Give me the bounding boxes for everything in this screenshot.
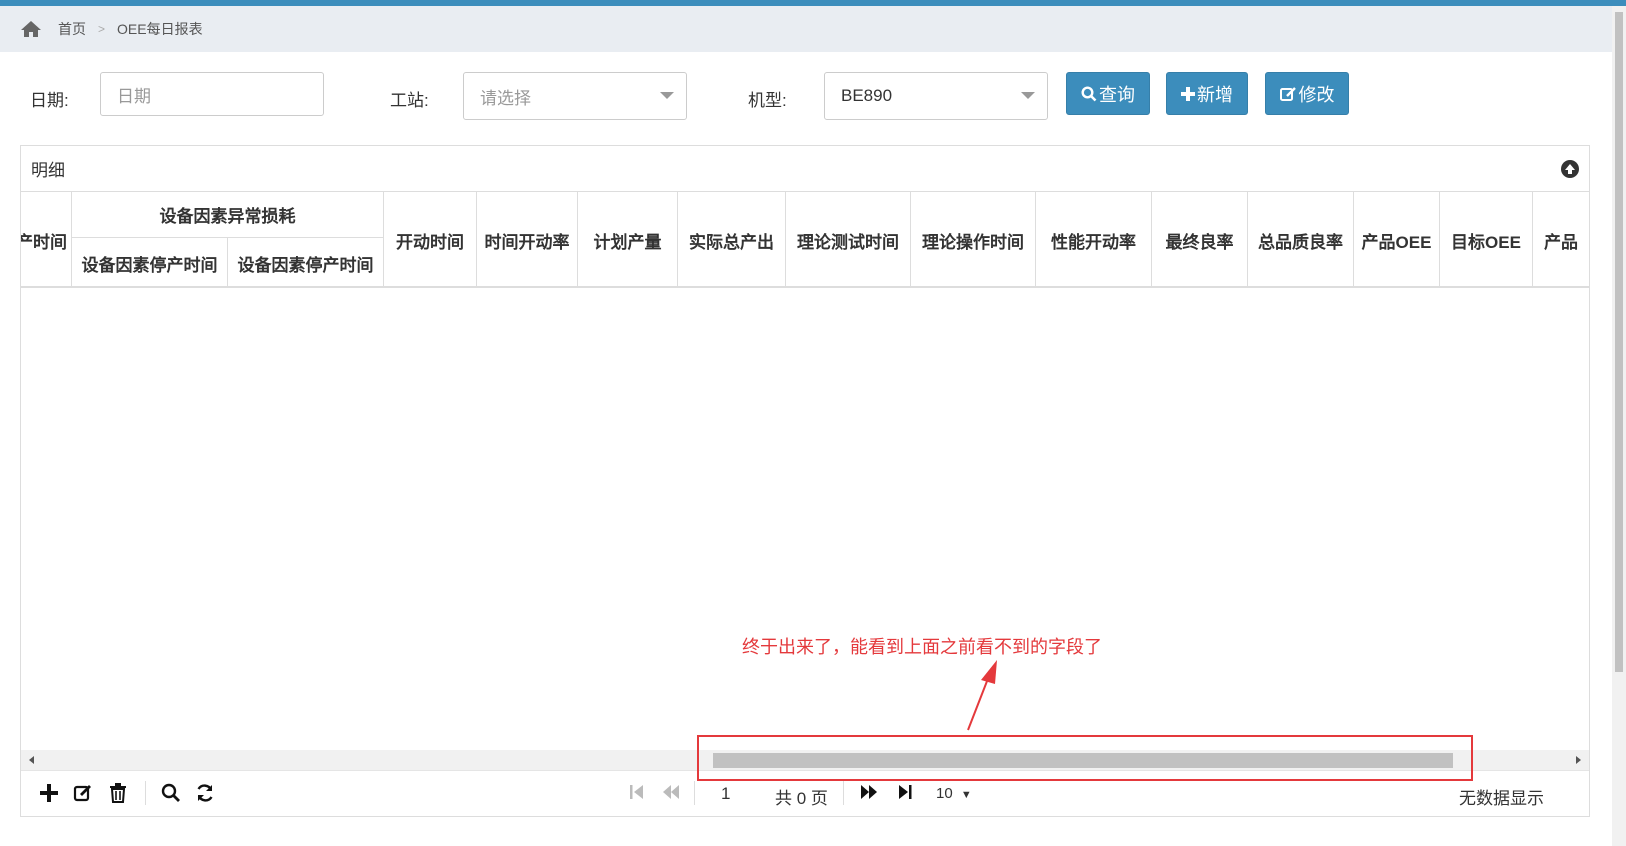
model-value: BE890 bbox=[841, 86, 893, 105]
toolbar-divider bbox=[145, 781, 146, 805]
next-page-icon[interactable] bbox=[859, 783, 879, 806]
edit-button[interactable]: 修改 bbox=[1265, 72, 1349, 115]
column-header[interactable]: 设备因素停产时间 bbox=[72, 238, 228, 286]
total-pages-text: 共 0 页 bbox=[775, 789, 828, 808]
date-placeholder: 日期 bbox=[117, 86, 151, 106]
query-button-label: 查询 bbox=[1099, 84, 1135, 105]
detail-panel: 明细 产时间 设备因素异常损耗 设备因素停产时间 设备因素停产时间 开动时间 时… bbox=[20, 145, 1590, 817]
column-header[interactable]: 性能开动率 bbox=[1036, 192, 1152, 286]
panel-header: 明细 bbox=[21, 146, 1589, 192]
page-size-value: 10 bbox=[936, 785, 953, 802]
column-header[interactable]: 产品 bbox=[1533, 192, 1589, 286]
edit-icon bbox=[1279, 86, 1296, 101]
first-page-icon[interactable] bbox=[629, 783, 645, 806]
breadcrumb: 首页 > OEE每日报表 bbox=[0, 6, 1612, 52]
panel-title: 明细 bbox=[31, 161, 65, 180]
previous-page-icon[interactable] bbox=[661, 783, 681, 806]
column-header[interactable]: 目标OEE bbox=[1440, 192, 1533, 286]
column-header[interactable]: 最终良率 bbox=[1152, 192, 1248, 286]
grid-header: 产时间 设备因素异常损耗 设备因素停产时间 设备因素停产时间 开动时间 时间开动… bbox=[21, 192, 1589, 288]
date-input[interactable]: 日期 bbox=[100, 72, 324, 116]
model-label: 机型: bbox=[748, 91, 787, 110]
scroll-left-icon[interactable] bbox=[29, 756, 34, 764]
annotation-arrow-icon bbox=[967, 660, 997, 731]
column-group-header: 设备因素异常损耗 bbox=[72, 192, 384, 238]
column-header[interactable]: 时间开动率 bbox=[477, 192, 578, 286]
chevron-down-icon bbox=[660, 92, 674, 99]
page-size-select[interactable]: 10 ▼ bbox=[936, 785, 972, 802]
search-icon[interactable] bbox=[161, 783, 181, 808]
refresh-icon[interactable] bbox=[195, 783, 215, 808]
add-row-icon[interactable] bbox=[39, 783, 59, 808]
edit-button-label: 修改 bbox=[1298, 84, 1335, 105]
page-vertical-scrollbar[interactable] bbox=[1612, 6, 1626, 846]
column-header[interactable]: 总品质良率 bbox=[1248, 192, 1354, 286]
edit-row-icon[interactable] bbox=[73, 783, 93, 808]
page-number-input[interactable]: 1 bbox=[721, 784, 730, 804]
breadcrumb-home[interactable]: 首页 bbox=[58, 19, 86, 39]
pager-status: 无数据显示 bbox=[1459, 789, 1544, 808]
station-label: 工站: bbox=[390, 91, 429, 110]
breadcrumb-separator: > bbox=[98, 22, 106, 36]
annotation-highlight-box bbox=[697, 735, 1473, 781]
scroll-right-icon[interactable] bbox=[1576, 756, 1581, 764]
pager-divider bbox=[694, 781, 695, 805]
column-header[interactable]: 产时间 bbox=[21, 192, 72, 286]
station-select[interactable]: 请选择 bbox=[463, 72, 687, 120]
collapse-up-icon[interactable] bbox=[1561, 160, 1579, 178]
search-icon bbox=[1081, 85, 1097, 101]
column-header[interactable]: 理论操作时间 bbox=[911, 192, 1036, 286]
column-header[interactable]: 开动时间 bbox=[384, 192, 477, 286]
plus-icon bbox=[1181, 86, 1195, 101]
page-scroll-thumb[interactable] bbox=[1615, 12, 1623, 672]
last-page-icon[interactable] bbox=[897, 783, 913, 806]
pager-divider bbox=[843, 781, 844, 805]
add-button-label: 新增 bbox=[1197, 84, 1233, 105]
column-header[interactable]: 实际总产出 bbox=[678, 192, 786, 286]
model-select[interactable]: BE890 bbox=[824, 72, 1048, 120]
column-header[interactable]: 计划产量 bbox=[578, 192, 678, 286]
add-button[interactable]: 新增 bbox=[1166, 72, 1248, 115]
home-icon[interactable] bbox=[20, 19, 42, 39]
date-label: 日期: bbox=[30, 91, 69, 110]
column-header[interactable]: 设备因素停产时间 bbox=[228, 238, 384, 286]
station-placeholder: 请选择 bbox=[480, 88, 531, 108]
grid-body bbox=[21, 288, 1589, 750]
trash-icon[interactable] bbox=[109, 783, 127, 808]
column-header[interactable]: 理论测试时间 bbox=[786, 192, 911, 286]
column-header[interactable]: 产品OEE bbox=[1354, 192, 1440, 286]
chevron-down-icon bbox=[1021, 92, 1035, 99]
caret-down-icon: ▼ bbox=[960, 789, 972, 801]
breadcrumb-current: OEE每日报表 bbox=[117, 21, 203, 37]
query-button[interactable]: 查询 bbox=[1066, 72, 1150, 115]
annotation-text: 终于出来了，能看到上面之前看不到的字段了 bbox=[742, 637, 1102, 658]
filter-bar: 日期: 日期 工站: 请选择 机型: BE890 查询 新增 修改 bbox=[0, 72, 1600, 120]
